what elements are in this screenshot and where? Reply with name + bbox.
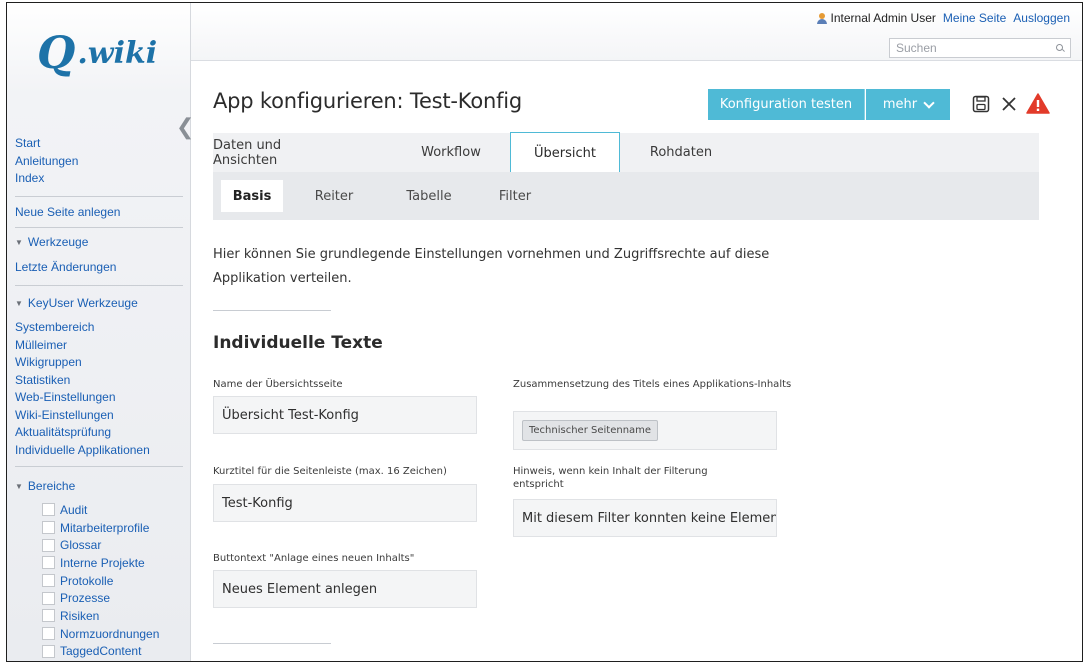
subtab-filter[interactable]: Filter <box>485 180 545 212</box>
section-toggle-keyuser[interactable]: ▼ KeyUser Werkzeuge <box>15 296 138 310</box>
short-title-field[interactable]: Test-Konfig <box>213 484 477 522</box>
qwiki-logo[interactable]: Q .wiki <box>37 29 157 79</box>
page-title: App konfigurieren: Test-Konfig <box>213 89 523 113</box>
nav-link-individuelle-applikationen[interactable]: Individuelle Applikationen <box>15 442 150 460</box>
area-item-protokolle[interactable]: Protokolle <box>42 572 159 590</box>
nav-link-start[interactable]: Start <box>15 135 78 153</box>
tab-uebersicht[interactable]: Übersicht <box>510 132 620 173</box>
nav-link-web-einstellungen[interactable]: Web-Einstellungen <box>15 389 150 407</box>
app-window: Q .wiki ❮ Start Anleitungen Index Neue Se… <box>6 2 1083 662</box>
search-box <box>889 38 1071 58</box>
divider <box>15 285 183 286</box>
area-checkbox[interactable] <box>42 521 55 535</box>
current-user: Internal Admin User <box>816 11 936 25</box>
area-item-taggedcontent[interactable]: TaggedContent <box>42 643 159 661</box>
tab-daten-und-ansichten[interactable]: Daten und Ansichten <box>213 133 349 172</box>
no-content-hint-field[interactable]: Mit diesem Filter konnten keine Elemente <box>513 499 777 537</box>
main-content: App konfigurieren: Test-Konfig Konfigura… <box>191 61 1082 661</box>
area-checkbox[interactable] <box>42 644 55 658</box>
area-checkbox[interactable] <box>42 574 55 588</box>
search-icon[interactable] <box>1056 44 1064 52</box>
area-item-prozesse[interactable]: Prozesse <box>42 589 159 607</box>
my-page-link[interactable]: Meine Seite <box>943 11 1006 25</box>
divider <box>213 643 331 644</box>
area-item-audit[interactable]: Audit <box>42 501 159 519</box>
area-item-mitarbeiterprofile[interactable]: Mitarbeiterprofile <box>42 519 159 537</box>
area-item-interne-projekte[interactable]: Interne Projekte <box>42 554 159 572</box>
triangle-down-icon: ▼ <box>15 481 23 491</box>
tab-rohdaten[interactable]: Rohdaten <box>631 133 731 172</box>
area-checkbox[interactable] <box>42 556 55 570</box>
close-icon[interactable] <box>999 93 1019 115</box>
nav-link-muelleimer[interactable]: Mülleimer <box>15 337 150 355</box>
new-page-nav: Neue Seite anlegen <box>15 204 120 222</box>
triangle-down-icon: ▼ <box>15 298 23 308</box>
short-title-label: Kurztitel für die Seitenleiste (max. 16 … <box>213 466 447 477</box>
chevron-down-icon <box>923 96 935 109</box>
nav-link-wikigruppen[interactable]: Wikigruppen <box>15 354 150 372</box>
areas-list: Audit Mitarbeiterprofile Glossar Interne… <box>42 501 159 660</box>
divider <box>15 466 183 467</box>
area-checkbox[interactable] <box>42 503 55 517</box>
area-item-glossar[interactable]: Glossar <box>42 536 159 554</box>
overview-name-field[interactable]: Übersicht Test-Konfig <box>213 396 477 434</box>
nav-link-aktualitaetspruefung[interactable]: Aktualitätsprüfung <box>15 424 150 442</box>
overview-name-label: Name der Übersichtsseite <box>213 379 343 390</box>
nav-link-statistiken[interactable]: Statistiken <box>15 372 150 390</box>
save-icon[interactable] <box>971 93 991 115</box>
warning-icon[interactable] <box>1026 92 1050 116</box>
intro-text: Hier können Sie grundlegende Einstellung… <box>213 247 770 286</box>
area-checkbox[interactable] <box>42 538 55 552</box>
title-composition-field[interactable]: Technischer Seitenname <box>513 411 777 450</box>
nav-link-wiki-einstellungen[interactable]: Wiki-Einstellungen <box>15 407 150 425</box>
top-bar: Internal Admin User Meine Seite Auslogge… <box>191 3 1082 61</box>
user-icon <box>816 12 827 24</box>
nav-link-letzte-aenderungen[interactable]: Letzte Änderungen <box>15 259 116 277</box>
divider <box>15 196 183 197</box>
title-part-tag[interactable]: Technischer Seitenname <box>522 420 659 441</box>
new-page-link[interactable]: Neue Seite anlegen <box>15 204 120 222</box>
keyuser-nav: Systembereich Mülleimer Wikigruppen Stat… <box>15 319 150 459</box>
button-text-label: Buttontext "Anlage eines neuen Inhalts" <box>213 553 415 564</box>
section-title: Individuelle Texte <box>213 333 383 353</box>
logout-link[interactable]: Ausloggen <box>1013 11 1070 25</box>
more-dropdown-button[interactable]: mehr <box>866 89 950 120</box>
nav-link-anleitungen[interactable]: Anleitungen <box>15 153 78 171</box>
section-toggle-bereiche[interactable]: ▼ Bereiche <box>15 479 75 493</box>
button-text-field[interactable]: Neues Element anlegen <box>213 570 477 608</box>
tab-workflow[interactable]: Workflow <box>391 133 511 172</box>
subtab-tabelle[interactable]: Tabelle <box>389 180 469 212</box>
nav-link-systembereich[interactable]: Systembereich <box>15 319 150 337</box>
subtab-reiter[interactable]: Reiter <box>299 180 369 212</box>
divider <box>15 227 183 228</box>
area-item-risiken[interactable]: Risiken <box>42 607 159 625</box>
nav-link-index[interactable]: Index <box>15 170 78 188</box>
area-checkbox[interactable] <box>42 627 55 641</box>
tools-nav: Letzte Änderungen <box>15 259 116 277</box>
triangle-down-icon: ▼ <box>15 237 23 247</box>
area-item-normzuordnungen[interactable]: Normzuordnungen <box>42 625 159 643</box>
no-content-hint-label: Hinweis, wenn kein Inhalt der Filterung … <box>513 466 708 490</box>
search-input[interactable] <box>890 41 1062 55</box>
sub-tab-bar: Basis Reiter Tabelle Filter <box>213 172 1039 220</box>
subtab-basis[interactable]: Basis <box>221 180 283 212</box>
section-toggle-werkzeuge[interactable]: ▼ Werkzeuge <box>15 235 88 249</box>
user-menu: Internal Admin User Meine Seite Auslogge… <box>816 11 1070 25</box>
test-config-button[interactable]: Konfiguration testen <box>708 89 865 120</box>
main-tab-bar: Daten und Ansichten Workflow Übersicht R… <box>213 132 1039 173</box>
area-checkbox[interactable] <box>42 609 55 623</box>
area-checkbox[interactable] <box>42 591 55 605</box>
divider <box>213 310 331 311</box>
sidebar: Q .wiki ❮ Start Anleitungen Index Neue Se… <box>7 3 194 661</box>
title-composition-label: Zusammensetzung des Titels eines Applika… <box>513 379 792 390</box>
main-nav: Start Anleitungen Index <box>15 135 78 188</box>
